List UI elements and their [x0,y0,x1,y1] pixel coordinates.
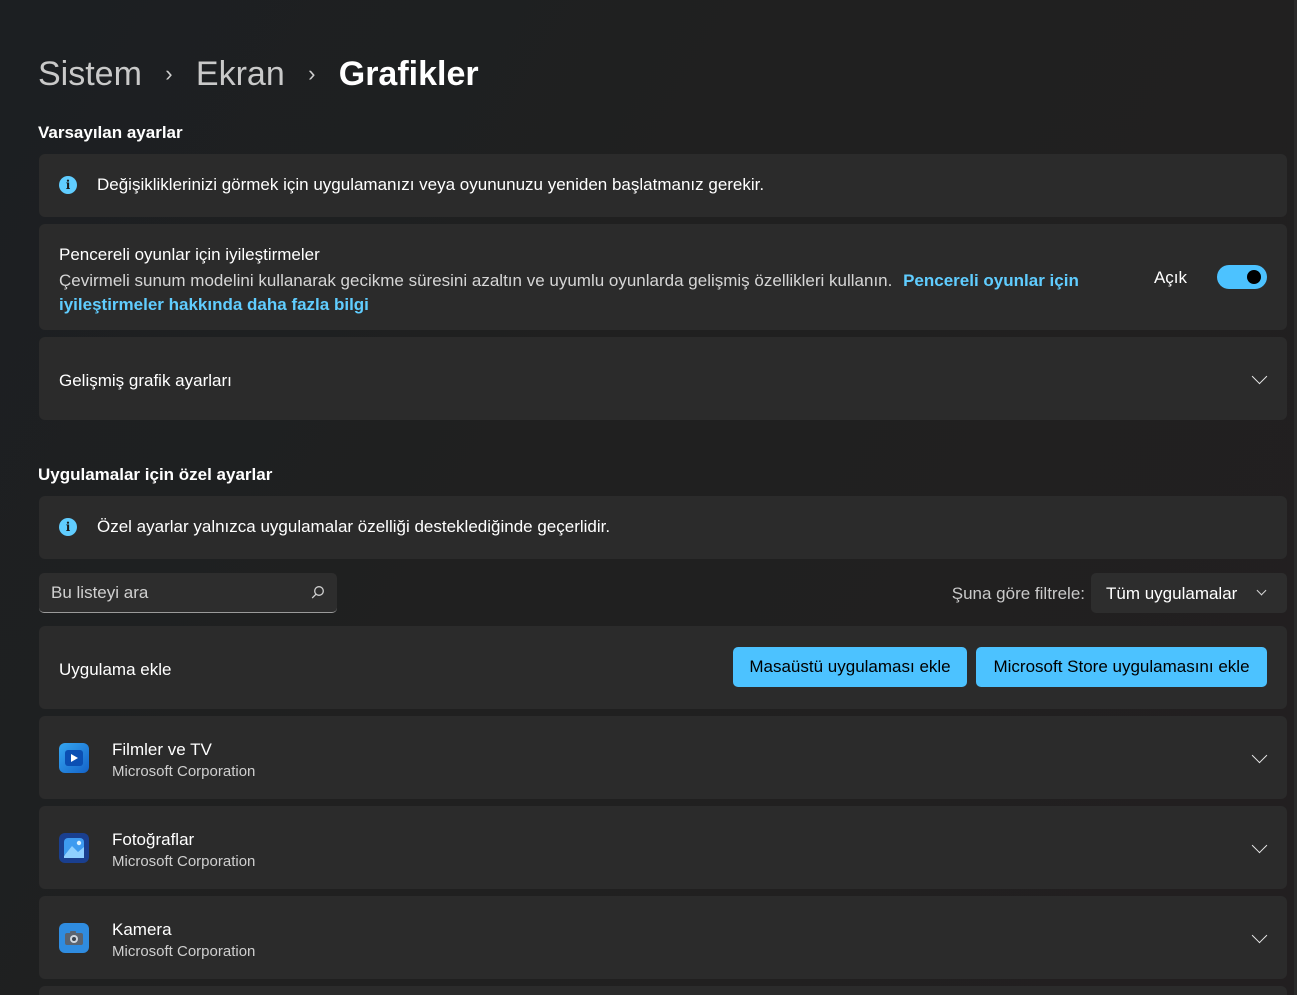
app-item-photos[interactable]: Fotoğraflar Microsoft Corporation [39,806,1287,889]
learn-more-link-line1: Pencereli oyunlar için [903,271,1079,290]
filter-selected-value: Tüm uygulamalar [1106,584,1238,603]
chevron-down-icon[interactable] [1251,368,1268,385]
app-name: Fotoğraflar [112,830,195,849]
advanced-graphics-label: Gelişmiş grafik ayarları [59,371,232,390]
add-app-card: Uygulama ekle Masaüstü uygulaması ekle M… [39,626,1287,709]
windowed-games-toggle[interactable] [1217,265,1267,289]
app-item-camera[interactable]: Kamera Microsoft Corporation [39,896,1287,979]
search-input[interactable] [51,573,291,613]
app-item-movies-tv[interactable]: Filmler ve TV Microsoft Corporation [39,716,1287,799]
advanced-graphics-settings[interactable]: Gelişmiş grafik ayarları [39,337,1287,420]
chevron-down-icon[interactable] [1251,837,1268,854]
chevron-right-icon: › [165,61,173,86]
chevron-down-icon[interactable] [1251,747,1268,764]
filter-dropdown[interactable]: Tüm uygulamalar [1091,573,1287,613]
section-title-default-settings: Varsayılan ayarlar [38,123,183,142]
chevron-right-icon: › [308,61,316,86]
info-bar-custom: i Özel ayarlar yalnızca uygulamalar özel… [39,496,1287,559]
info-text: Değişikliklerinizi görmek için uygulaman… [97,175,765,194]
camera-glyph-icon [65,931,83,945]
setting-title: Pencereli oyunlar için iyileştirmeler [59,245,320,264]
toggle-knob [1247,270,1261,284]
camera-icon [59,923,89,953]
learn-more-link-line2: iyileştirmeler hakkında daha fazla bilgi [59,295,369,314]
breadcrumb-item-ekran[interactable]: Ekran [196,55,285,94]
toggle-state-label: Açık [1153,268,1187,287]
search-icon[interactable] [311,585,325,599]
add-app-label: Uygulama ekle [59,660,172,679]
filter-label: Şuna göre filtrele: [951,584,1085,603]
page-title: Grafikler [338,54,479,93]
section-title-custom-settings: Uygulamalar için özel ayarlar [38,465,273,484]
windowed-games-setting: Pencereli oyunlar için iyileştirmeler Çe… [39,224,1287,330]
app-name: Kamera [112,920,172,939]
photos-icon [59,833,89,863]
search-box[interactable] [39,573,337,613]
app-publisher: Microsoft Corporation [112,853,256,870]
info-icon: i [59,176,77,194]
play-icon [65,750,83,766]
chevron-down-icon[interactable] [1251,927,1268,944]
info-text-custom: Özel ayarlar yalnızca uygulamalar özelli… [97,517,611,536]
add-store-app-button[interactable]: Microsoft Store uygulamasını ekle [976,647,1267,687]
info-icon: i [59,518,77,536]
movies-tv-icon [59,743,89,773]
setting-description: Çevirmeli sunum modelini kullanarak geci… [59,271,893,290]
setting-description-block: Çevirmeli sunum modelini kullanarak geci… [59,269,1119,317]
landscape-icon [64,838,84,858]
app-item-partial[interactable] [39,986,1287,995]
chevron-down-icon [1256,585,1267,596]
add-desktop-app-button[interactable]: Masaüstü uygulaması ekle [733,647,967,687]
app-publisher: Microsoft Corporation [112,943,256,960]
app-publisher: Microsoft Corporation [112,763,256,780]
breadcrumb-item-sistem[interactable]: Sistem [38,55,142,94]
info-bar-restart: i Değişikliklerinizi görmek için uygulam… [39,154,1287,217]
app-name: Filmler ve TV [112,740,212,759]
breadcrumb: Sistem › Ekran › Grafikler [38,52,479,96]
